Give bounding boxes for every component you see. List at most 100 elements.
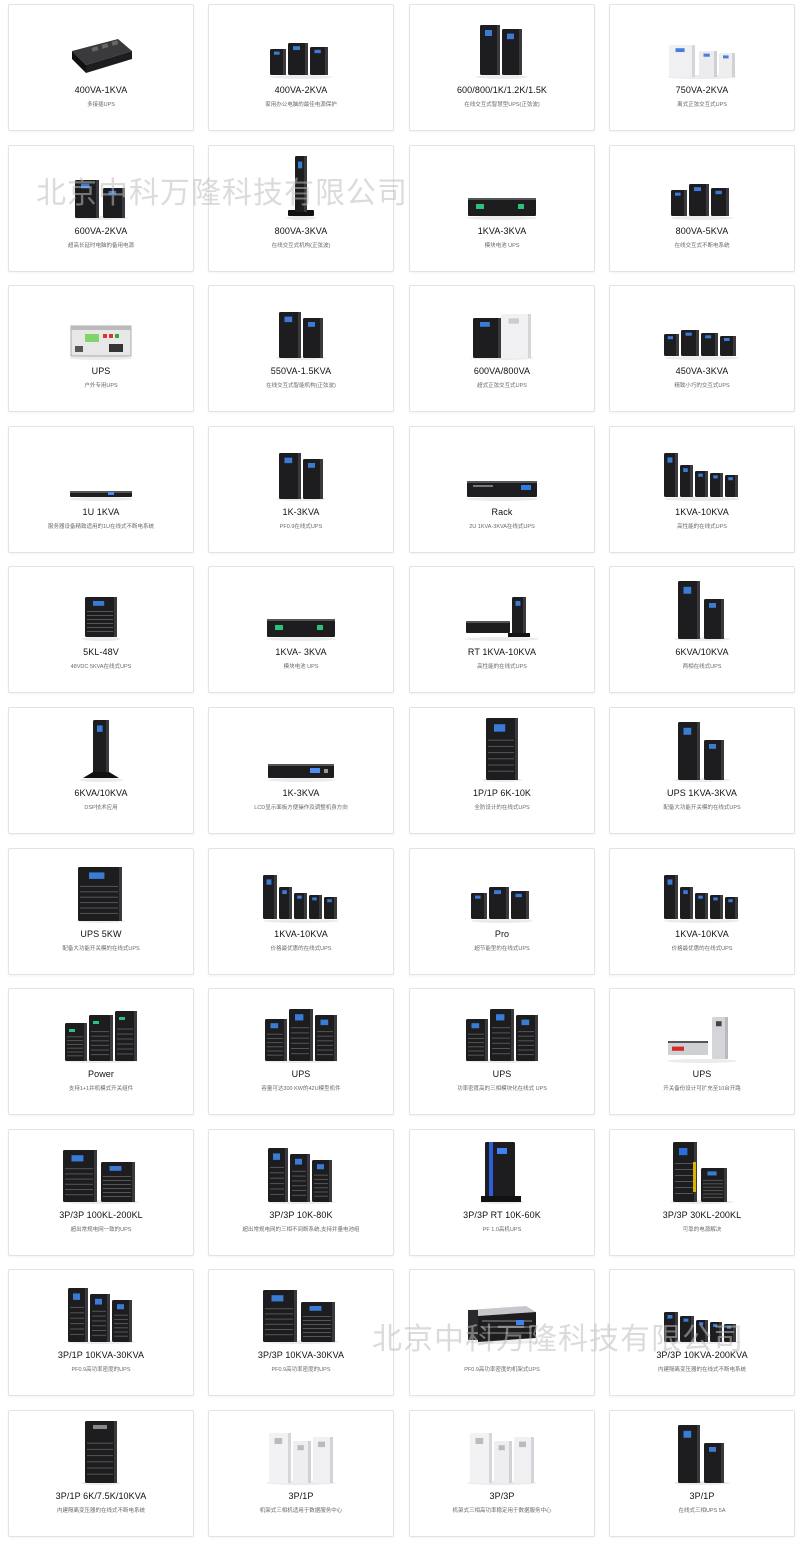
rack-ups-icon[interactable] bbox=[209, 575, 393, 641]
product-card[interactable]: Pro 超节能型的在线式UPS bbox=[409, 848, 595, 975]
product-card[interactable]: 3P/3P 10KVA-30KVA PF0.9高功率密度的UPS bbox=[208, 1269, 394, 1396]
product-title[interactable]: 3P/3P 10KVA-30KVA bbox=[213, 1349, 389, 1361]
rack-ups-icon[interactable] bbox=[410, 154, 594, 220]
product-card[interactable]: UPS 户外专用UPS bbox=[8, 285, 194, 412]
product-card[interactable]: 3P/3P 机架式三相高功率稳定用于数据服务中心 bbox=[409, 1410, 595, 1537]
product-card[interactable]: UPS 功率密度高的三相模块化在线式 UPS bbox=[409, 988, 595, 1115]
product-card[interactable]: 1P/1P 6K-10K 全防设计的在线式UPS bbox=[409, 707, 595, 834]
cabinet-ups-icon[interactable] bbox=[410, 997, 594, 1063]
product-title[interactable]: 450VA-3KVA bbox=[614, 365, 790, 377]
product-title[interactable]: 1K-3KVA bbox=[213, 787, 389, 799]
product-card[interactable]: UPS 容量可达300 KW的42U模型机件 bbox=[208, 988, 394, 1115]
product-title[interactable]: 600/800/1K/1.2K/1.5K bbox=[414, 84, 590, 96]
product-card[interactable]: 1U 1KVA 服务器设备精致适用的1U在线式不断电系统 bbox=[8, 426, 194, 553]
product-title[interactable]: 3P/3P bbox=[414, 1490, 590, 1502]
ups-tower-pair-icon[interactable] bbox=[9, 1138, 193, 1204]
product-title[interactable]: 3P/1P 10KVA-30KVA bbox=[13, 1349, 189, 1361]
product-card[interactable]: UPS 1KVA-3KVA 配备大功能开关模的在线式UPS bbox=[609, 707, 795, 834]
product-title[interactable]: 3P/3P 10KVA-200KVA bbox=[614, 1349, 790, 1361]
product-card[interactable]: 800VA-5KVA 在线交互式不断电系统 bbox=[609, 145, 795, 272]
product-title[interactable]: 600VA/800VA bbox=[414, 365, 590, 377]
tower-ups-icon[interactable] bbox=[410, 716, 594, 782]
product-card[interactable]: 1KVA-10KVA 高性能的在线式UPS bbox=[609, 426, 795, 553]
product-title[interactable]: 800VA-3KVA bbox=[213, 225, 389, 237]
product-card[interactable]: 1K-3KVA LCD显示面板方便操作及调整机身方向 bbox=[208, 707, 394, 834]
white-cabinet-group-icon[interactable] bbox=[209, 1419, 393, 1485]
product-card[interactable]: Power 支持1+1并机模式开关组件 bbox=[8, 988, 194, 1115]
product-card[interactable]: PF0.9高功率密度的机架式UPS bbox=[409, 1269, 595, 1396]
product-card[interactable]: 450VA-3KVA 精致小巧的交互式UPS bbox=[609, 285, 795, 412]
product-card[interactable]: 1K-3KVA PF0.9在线式UPS bbox=[208, 426, 394, 553]
ups-tower-pair-icon[interactable] bbox=[610, 575, 794, 641]
product-card[interactable]: 3P/3P RT 10K-60K PF 1.0高机UPS bbox=[409, 1129, 595, 1256]
tower-ups-icon[interactable] bbox=[410, 1138, 594, 1204]
ups-tower-pair-icon[interactable] bbox=[610, 1138, 794, 1204]
product-title[interactable]: UPS 5KW bbox=[13, 928, 189, 940]
rack-ups-icon[interactable] bbox=[410, 435, 594, 501]
product-title[interactable]: 800VA-5KVA bbox=[614, 225, 790, 237]
tower-ups-icon[interactable] bbox=[9, 575, 193, 641]
ups-tower-group-icon[interactable] bbox=[209, 857, 393, 923]
product-title[interactable]: RT 1KVA-10KVA bbox=[414, 646, 590, 658]
product-title[interactable]: 1P/1P 6K-10K bbox=[414, 787, 590, 799]
product-card[interactable]: 600VA/800VA 超式正弦交互式UPS bbox=[409, 285, 595, 412]
product-card[interactable]: 3P/1P 10KVA-30KVA PF0.9高功率密度的UPS bbox=[8, 1269, 194, 1396]
slim-tower-ups-icon[interactable] bbox=[209, 154, 393, 220]
product-title[interactable]: Power bbox=[13, 1068, 189, 1080]
product-title[interactable]: 1KVA-10KVA bbox=[614, 928, 790, 940]
product-card[interactable]: 6KVA/10KVA 两相在线式UPS bbox=[609, 566, 795, 693]
desktop-ups-icon[interactable] bbox=[9, 13, 193, 79]
product-title[interactable]: 3P/3P 100KL-200KL bbox=[13, 1209, 189, 1221]
product-card[interactable]: UPS 开关备份设计可扩充至10台开路 bbox=[609, 988, 795, 1115]
mixed-ups-pair-icon[interactable] bbox=[410, 294, 594, 360]
product-card[interactable]: 750VA-2KVA 离式正弦交互式UPS bbox=[609, 4, 795, 131]
ups-tower-pair-icon[interactable] bbox=[209, 294, 393, 360]
product-title[interactable]: UPS bbox=[414, 1068, 590, 1080]
ups-tower-pair-icon[interactable] bbox=[209, 435, 393, 501]
tower-ups-icon[interactable] bbox=[9, 857, 193, 923]
product-card[interactable]: 3P/3P 10KVA-200KVA 内建隔离变压器的在线式不断电系统 bbox=[609, 1269, 795, 1396]
product-card[interactable]: 550VA-1.5KVA 在线交互式智能机构(正弦波) bbox=[208, 285, 394, 412]
product-card[interactable]: 1KVA-10KVA 价格最优惠的在线式UPS bbox=[208, 848, 394, 975]
product-title[interactable]: 400VA-1KVA bbox=[13, 84, 189, 96]
product-title[interactable]: UPS bbox=[213, 1068, 389, 1080]
product-title[interactable]: 1KVA-10KVA bbox=[614, 506, 790, 518]
product-title[interactable]: 1KVA- 3KVA bbox=[213, 646, 389, 658]
rack-ups-icon[interactable] bbox=[410, 1278, 594, 1344]
product-title[interactable]: 3P/1P bbox=[213, 1490, 389, 1502]
product-title[interactable]: 1KVA-10KVA bbox=[213, 928, 389, 940]
product-title[interactable]: 1K-3KVA bbox=[213, 506, 389, 518]
product-title[interactable]: 3P/3P RT 10K-60K bbox=[414, 1209, 590, 1221]
ups-tower-group-icon[interactable] bbox=[610, 154, 794, 220]
product-title[interactable]: 6KVA/10KVA bbox=[614, 646, 790, 658]
product-title[interactable]: 1KVA-3KVA bbox=[414, 225, 590, 237]
product-title[interactable]: UPS bbox=[13, 365, 189, 377]
product-title[interactable]: 400VA-2KVA bbox=[213, 84, 389, 96]
product-card[interactable]: 1KVA- 3KVA 模块电池 UPS bbox=[208, 566, 394, 693]
product-card[interactable]: 5KL-48V 48VDC 5KVA在线式UPS bbox=[8, 566, 194, 693]
product-title[interactable]: Rack bbox=[414, 506, 590, 518]
rack-tower-ups-icon[interactable] bbox=[610, 997, 794, 1063]
ups-tower-group-icon[interactable] bbox=[410, 857, 594, 923]
product-card[interactable]: RT 1KVA-10KVA 高性能的在线式UPS bbox=[409, 566, 595, 693]
product-card[interactable]: 600/800/1K/1.2K/1.5K 在线交互式智慧型UPS(正弦波) bbox=[409, 4, 595, 131]
ups-tower-group-icon[interactable] bbox=[610, 435, 794, 501]
modular-ups-icon[interactable] bbox=[9, 997, 193, 1063]
product-card[interactable]: 1KVA-3KVA 模块电池 UPS bbox=[409, 145, 595, 272]
product-card[interactable]: 3P/3P 10K-80K 超出常规电网的三相不间断系统,支持并量电池组 bbox=[208, 1129, 394, 1256]
ups-tower-pair-icon[interactable] bbox=[610, 1419, 794, 1485]
product-card[interactable]: 3P/1P 在线式三相UPS 5A bbox=[609, 1410, 795, 1537]
white-ups-group-icon[interactable] bbox=[610, 13, 794, 79]
product-title[interactable]: 5KL-48V bbox=[13, 646, 189, 658]
product-card[interactable]: 3P/3P 30KL-200KL 可靠的电源解决 bbox=[609, 1129, 795, 1256]
white-cabinet-group-icon[interactable] bbox=[410, 1419, 594, 1485]
ups-tower-group-icon[interactable] bbox=[610, 857, 794, 923]
product-title[interactable]: 600VA-2KVA bbox=[13, 225, 189, 237]
ups-tower-group-icon[interactable] bbox=[209, 1138, 393, 1204]
product-card[interactable]: Rack 2U 1KVA-3KVA在线式UPS bbox=[409, 426, 595, 553]
ups-tower-pair-icon[interactable] bbox=[209, 1278, 393, 1344]
product-card[interactable]: 400VA-1KVA 多接插UPS bbox=[8, 4, 194, 131]
product-card[interactable]: 3P/3P 100KL-200KL 超出常规电网一致的UPS bbox=[8, 1129, 194, 1256]
product-title[interactable]: UPS bbox=[614, 1068, 790, 1080]
ups-tower-group-icon[interactable] bbox=[209, 13, 393, 79]
